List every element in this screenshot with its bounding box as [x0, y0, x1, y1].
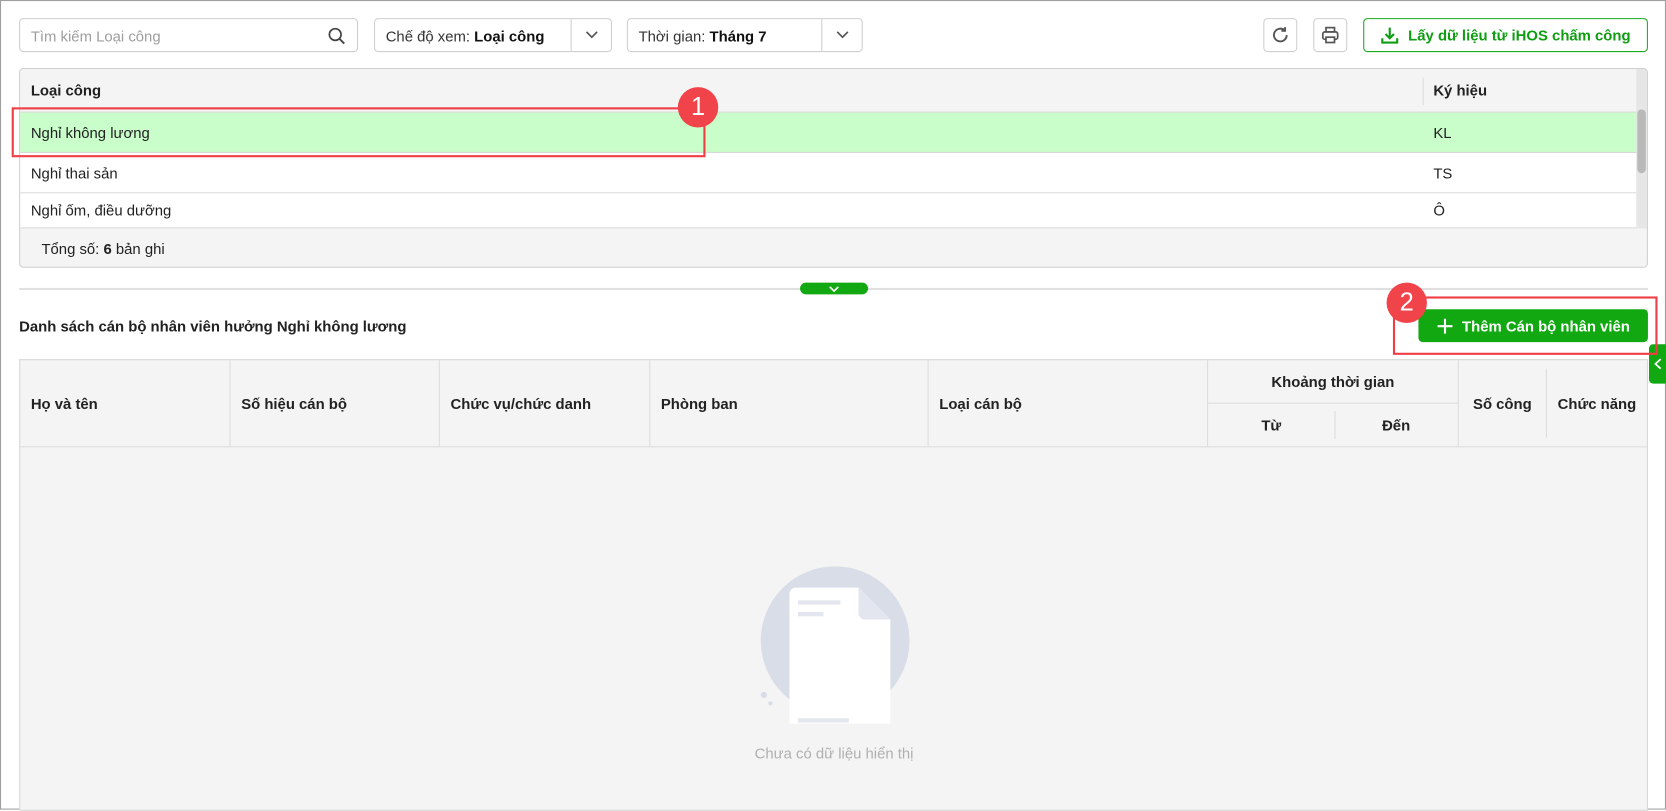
chevron-down-icon[interactable] [570, 19, 611, 51]
header-id: Số hiệu cán bộ [231, 360, 440, 447]
search-input[interactable]: Tìm kiếm Loại công [19, 18, 359, 53]
chevron-down-icon[interactable] [821, 19, 861, 51]
header-department: Phòng ban [650, 360, 929, 447]
table-row[interactable]: Nghỉ ốm, điều dưỡng Ô [20, 193, 1639, 229]
table-header: Loại công Ký hiệu [20, 69, 1639, 113]
splitter-handle[interactable] [800, 282, 869, 295]
header-from: Từ [1261, 416, 1282, 434]
time-dropdown[interactable]: Thời gian: Tháng 7 [626, 18, 863, 53]
empty-state-text: Chưa có dữ liệu hiển thị [754, 744, 914, 762]
search-icon[interactable] [327, 27, 346, 51]
total-count: 6 [103, 240, 112, 258]
search-placeholder: Tìm kiếm Loại công [30, 27, 161, 45]
total-label: Tổng số: [41, 240, 100, 258]
table-row[interactable]: Nghỉ thai sản TS [20, 153, 1639, 194]
chevron-down-icon [829, 285, 839, 292]
fetch-label: Lấy dữ liệu từ iHOS chấm công [1408, 26, 1631, 44]
fetch-ihos-button[interactable]: Lấy dữ liệu từ iHOS chấm công [1363, 18, 1648, 53]
section-title: Danh sách cán bộ nhân viên hưởng Nghỉ kh… [19, 317, 407, 335]
refresh-button[interactable] [1263, 18, 1298, 53]
callout-badge-1: 1 [677, 87, 719, 128]
view-mode-value: Loại công [474, 27, 545, 45]
header-work-type: Loại công [30, 81, 102, 99]
refresh-icon [1272, 27, 1288, 43]
callout-box-1 [11, 107, 706, 158]
row-code: KL [1433, 123, 1452, 141]
header-position: Chức vụ/chức danh [440, 360, 651, 447]
row-code: Ô [1433, 201, 1445, 219]
chevron-left-icon [1654, 358, 1662, 370]
total-suffix: bản ghi [115, 240, 165, 258]
header-type: Loại cán bộ [929, 360, 1209, 447]
view-mode-label: Chế độ xem: [385, 27, 471, 45]
row-name: Nghỉ thai sản [30, 164, 118, 182]
empty-document-icon [760, 566, 910, 724]
header-period: Khoảng thời gian [1208, 360, 1459, 404]
callout-box-2 [1392, 296, 1658, 355]
total-records: Tổng số: 6 bản ghi [41, 240, 164, 257]
callout-badge-2: 2 [1386, 282, 1427, 323]
header-days: Số công [1459, 368, 1547, 438]
row-code: TS [1433, 164, 1453, 182]
app-window: Tìm kiếm Loại công Chế độ xem: Loại công… [0, 0, 1666, 811]
row-name: Nghỉ ốm, điều dưỡng [30, 201, 172, 219]
header-actions: Chức năng [1557, 394, 1637, 412]
header-name: Họ và tên [20, 360, 231, 447]
time-label: Thời gian: [638, 27, 706, 45]
view-mode-dropdown[interactable]: Chế độ xem: Loại công [374, 18, 612, 53]
time-value: Tháng 7 [709, 27, 767, 45]
staff-table-header: Họ và tên Số hiệu cán bộ Chức vụ/chức da… [20, 360, 1647, 448]
scrollbar-thumb[interactable] [1637, 109, 1646, 174]
header-code: Ký hiệu [1433, 81, 1488, 99]
print-icon [1321, 26, 1339, 44]
download-icon [1381, 27, 1399, 44]
work-type-table: Loại công Ký hiệu Nghỉ không lương KL Ng… [19, 68, 1648, 268]
header-to: Đến [1335, 403, 1459, 447]
scrollbar[interactable] [1636, 69, 1647, 229]
print-button[interactable] [1313, 18, 1348, 53]
